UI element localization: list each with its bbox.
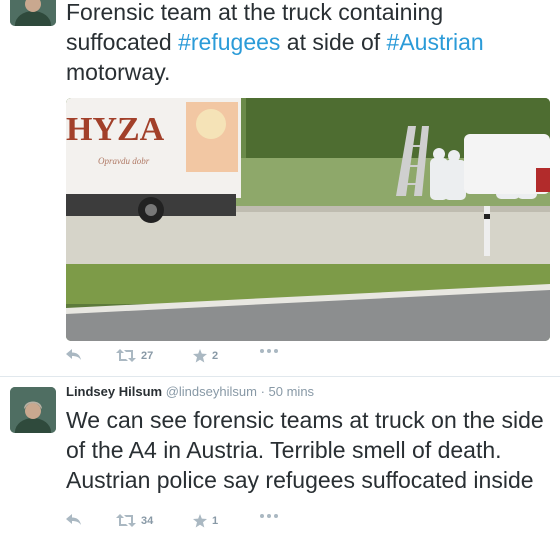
avatar[interactable] [10,0,56,26]
retweet-count: 27 [141,349,154,362]
reply-button[interactable] [66,349,82,361]
more-button[interactable] [260,349,278,353]
retweet-button[interactable]: 34 [116,514,153,527]
timestamp[interactable]: 50 mins [269,384,315,399]
tweet-2: Lindsey Hilsum @lindseyhilsum · 50 mins … [0,376,560,560]
reply-button[interactable] [66,514,82,526]
favorite-star-icon [193,514,207,528]
author-name[interactable]: Lindsey Hilsum [66,384,162,399]
avatar[interactable] [10,387,56,433]
tweet-1: Forensic team at the truck containing su… [0,0,560,376]
separator: · [260,384,265,399]
favorite-button[interactable]: 1 [193,514,218,528]
author-handle[interactable]: @lindseyhilsum [166,384,257,399]
favorite-count: 2 [212,350,219,362]
retweet-button[interactable]: 27 [116,349,153,362]
hashtag-link[interactable]: #Austrian [387,29,484,55]
tweet-text: We can see forensic teams at truck on th… [66,407,544,493]
reply-icon [66,514,81,525]
truck-brand-logo: HYZA [66,111,165,148]
more-button[interactable] [260,514,278,518]
hashtag-link[interactable]: #refugees [178,29,280,55]
favorite-button[interactable]: 2 [193,349,218,363]
tweet-text: Forensic team at the truck containing su… [66,0,551,87]
text-segment: motorway. [66,59,171,85]
retweet-icon [116,514,136,527]
reply-icon [66,349,81,360]
more-ellipsis-icon [260,349,278,353]
text-segment: at side of [280,29,387,55]
favorite-count: 1 [212,515,219,527]
retweet-icon [116,349,136,362]
truck-subtitle: Opravdu dobr [98,156,150,166]
favorite-star-icon [193,349,207,363]
tweet-header: Lindsey Hilsum @lindseyhilsum · 50 mins [66,384,314,399]
retweet-count: 34 [141,514,154,527]
more-ellipsis-icon [260,514,278,518]
tweet-photo[interactable]: HYZA Opravdu dobr [66,98,550,341]
